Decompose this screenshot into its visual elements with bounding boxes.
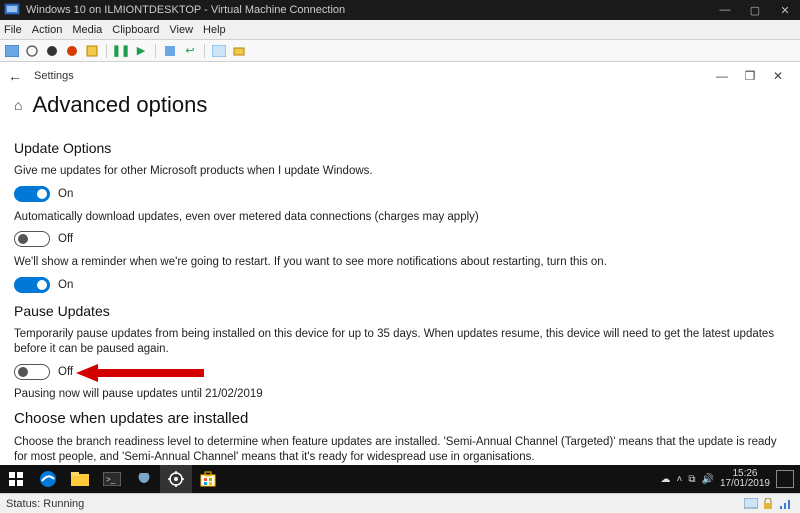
section-heading-choose: Choose when updates are installed <box>14 410 786 427</box>
settings-app-label: Settings <box>34 70 74 82</box>
option-desc: Give me updates for other Microsoft prod… <box>14 164 784 180</box>
vm-menu-media[interactable]: Media <box>72 24 102 36</box>
vm-window-title: Windows 10 on ILMIONTDESKTOP - Virtual M… <box>24 4 710 16</box>
tray-date: 17/01/2019 <box>720 479 770 490</box>
settings-restore-button[interactable]: ❐ <box>736 69 764 83</box>
vm-menu-file[interactable]: File <box>4 24 22 36</box>
system-tray: ☁ ˄ ⧉ 🔊 15:26 17/01/2019 <box>661 469 800 490</box>
tray-network-icon[interactable]: ⧉ <box>688 474 695 485</box>
vm-lock-icon <box>762 498 776 510</box>
annotation-arrow-icon <box>76 363 206 383</box>
tray-volume-icon[interactable]: 🔊 <box>701 474 713 485</box>
toggle-row-restart-reminder: On <box>14 277 786 293</box>
taskbar-store-icon[interactable] <box>192 465 224 493</box>
vm-menu-action[interactable]: Action <box>32 24 63 36</box>
home-icon[interactable]: ⌂ <box>14 97 22 113</box>
enhanced-session-icon[interactable] <box>211 43 227 59</box>
toggle-state-label: On <box>58 279 73 291</box>
tray-onedrive-icon[interactable]: ☁ <box>661 474 671 485</box>
tray-clock[interactable]: 15:26 17/01/2019 <box>720 469 770 490</box>
pause-desc: Temporarily pause updates from being ins… <box>14 327 784 358</box>
vm-app-icon <box>4 2 20 18</box>
page-title: Advanced options <box>32 92 207 118</box>
start-button[interactable] <box>0 465 32 493</box>
save-icon[interactable] <box>84 43 100 59</box>
vm-toolbar: ❚❚ ▶ ↩ <box>0 40 800 62</box>
toggle-row-pause: Off <box>14 364 786 380</box>
share-icon[interactable] <box>231 43 247 59</box>
section-heading-pause: Pause Updates <box>14 303 786 319</box>
toggle-other-products[interactable] <box>14 186 50 202</box>
back-arrow-icon[interactable]: ← <box>8 68 28 84</box>
shutdown-icon[interactable] <box>64 43 80 59</box>
vm-status-text: Status: Running <box>6 498 84 510</box>
toggle-state-label: On <box>58 188 73 200</box>
taskbar-app-icon[interactable] <box>128 465 160 493</box>
tray-chevron-up-icon[interactable]: ˄ <box>677 474 683 485</box>
ctrl-alt-del-icon[interactable] <box>4 43 20 59</box>
vm-status-bar: Status: Running <box>0 493 800 513</box>
taskbar-terminal-icon[interactable]: >_ <box>96 465 128 493</box>
pause-icon[interactable]: ❚❚ <box>113 43 129 59</box>
section-heading-update-options: Update Options <box>14 140 786 156</box>
toolbar-separator <box>204 44 205 58</box>
toggle-row-metered: Off <box>14 231 786 247</box>
vm-minimize-button[interactable]: — <box>710 4 740 16</box>
toggle-restart-reminder[interactable] <box>14 277 50 293</box>
toggle-state-label: Off <box>58 233 73 245</box>
toggle-pause-updates[interactable] <box>14 364 50 380</box>
taskbar-edge-icon[interactable] <box>32 465 64 493</box>
vm-monitor-icon <box>744 498 758 510</box>
page-header: ⌂ Advanced options <box>0 90 800 126</box>
pause-note: Pausing now will pause updates until 21/… <box>14 388 786 400</box>
toolbar-separator <box>106 44 107 58</box>
settings-close-button[interactable]: ✕ <box>764 69 792 83</box>
checkpoint-icon[interactable] <box>162 43 178 59</box>
taskbar-explorer-icon[interactable] <box>64 465 96 493</box>
option-desc: Automatically download updates, even ove… <box>14 210 784 226</box>
action-center-icon[interactable] <box>776 470 794 488</box>
vm-title-bar: Windows 10 on ILMIONTDESKTOP - Virtual M… <box>0 0 800 20</box>
reset-icon[interactable]: ▶ <box>133 43 149 59</box>
toggle-state-label: Off <box>58 366 73 378</box>
guest-screen: ← Settings — ❐ ✕ ⌂ Advanced options Upda… <box>0 62 800 493</box>
vm-menu-help[interactable]: Help <box>203 24 226 36</box>
vm-close-button[interactable]: ✕ <box>770 4 800 17</box>
taskbar-settings-icon[interactable] <box>160 465 192 493</box>
windows-taskbar: >_ ☁ ˄ ⧉ 🔊 15:26 17/01/2019 <box>0 465 800 493</box>
toggle-row-other-products: On <box>14 186 786 202</box>
toggle-metered[interactable] <box>14 231 50 247</box>
settings-minimize-button[interactable]: — <box>708 69 736 83</box>
turnoff-icon[interactable] <box>44 43 60 59</box>
vm-menu-clipboard[interactable]: Clipboard <box>112 24 159 36</box>
page-content: Update Options Give me updates for other… <box>0 126 800 466</box>
vm-menu-view[interactable]: View <box>169 24 193 36</box>
toolbar-separator <box>155 44 156 58</box>
revert-icon[interactable]: ↩ <box>182 43 198 59</box>
svg-text:>_: >_ <box>106 475 116 484</box>
start-icon[interactable] <box>24 43 40 59</box>
vm-maximize-button[interactable]: ▢ <box>740 4 770 17</box>
vm-signal-icon <box>780 498 794 510</box>
settings-top-bar: ← Settings — ❐ ✕ <box>0 62 800 90</box>
choose-desc: Choose the branch readiness level to det… <box>14 435 784 466</box>
option-desc: We'll show a reminder when we're going t… <box>14 255 784 271</box>
vm-menu-bar: File Action Media Clipboard View Help <box>0 20 800 40</box>
